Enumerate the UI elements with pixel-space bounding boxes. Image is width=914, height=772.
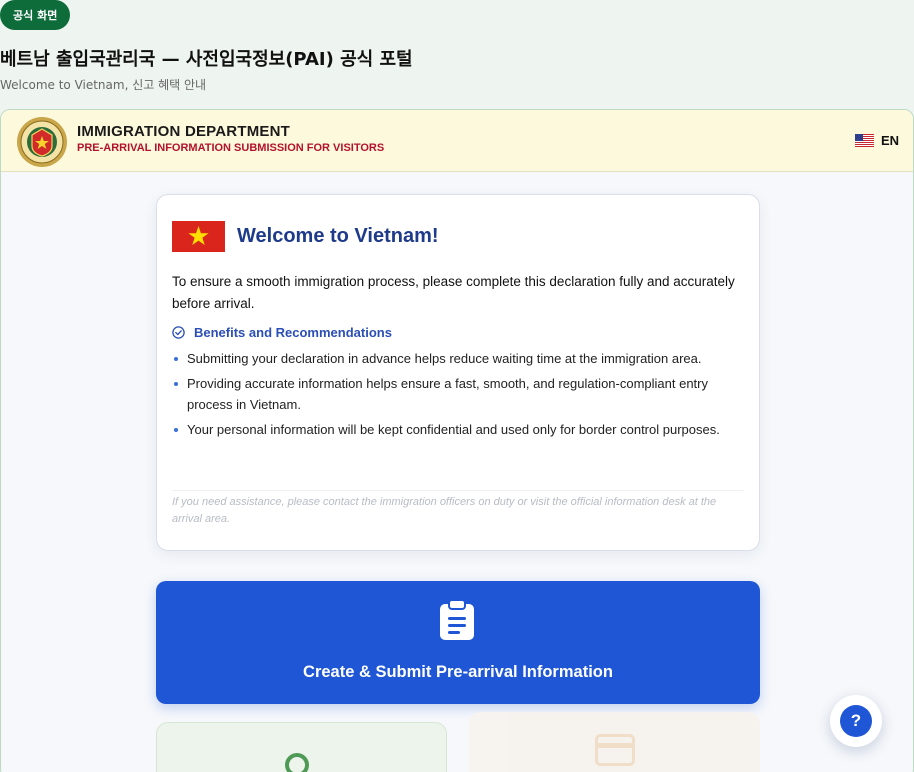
portal-header: IMMIGRATION DEPARTMENT PRE-ARRIVAL INFOR…: [1, 110, 913, 172]
list-item: Providing accurate information helps ens…: [172, 373, 742, 415]
create-submit-button[interactable]: Create & Submit Pre-arrival Information: [156, 581, 760, 704]
page-subtitle: Welcome to Vietnam, 신고 혜택 안내: [0, 78, 207, 92]
create-submit-label: Create & Submit Pre-arrival Information: [303, 663, 613, 681]
immigration-emblem-icon: [17, 117, 67, 167]
benefits-list: Submitting your declaration in advance h…: [172, 348, 742, 444]
list-item: Your personal information will be kept c…: [172, 419, 742, 440]
list-item: Submitting your declaration in advance h…: [172, 348, 742, 369]
language-label: EN: [880, 133, 899, 148]
check-circle-icon: [172, 326, 185, 339]
vietnam-flag-icon: [172, 221, 225, 252]
welcome-card: Welcome to Vietnam! To ensure a smooth i…: [156, 194, 760, 551]
official-screen-badge: 공식 화면: [0, 0, 71, 30]
credit-card-icon: [595, 734, 635, 766]
welcome-intro: To ensure a smooth immigration process, …: [172, 274, 735, 311]
portal-frame: IMMIGRATION DEPARTMENT PRE-ARRIVAL INFOR…: [0, 109, 914, 772]
help-button[interactable]: ?: [830, 695, 882, 747]
language-selector[interactable]: EN: [854, 133, 899, 148]
question-icon: ?: [840, 705, 872, 737]
divider: [172, 490, 744, 491]
clipboard-icon: [440, 599, 474, 640]
assistance-note: If you need assistance, please contact t…: [172, 496, 717, 525]
department-title: IMMIGRATION DEPARTMENT: [77, 123, 290, 140]
us-flag-icon: [854, 134, 874, 147]
welcome-title: Welcome to Vietnam!: [237, 225, 439, 247]
payment-tile[interactable]: [469, 712, 760, 772]
benefits-title: Benefits and Recommendations: [194, 325, 392, 340]
department-subtitle: PRE-ARRIVAL INFORMATION SUBMISSION FOR V…: [77, 142, 385, 154]
page-title: 베트남 출입국관리국 — 사전입국정보(PAI) 공식 포털: [0, 49, 413, 70]
search-tile[interactable]: [156, 722, 447, 772]
benefits-header: Benefits and Recommendations: [172, 325, 392, 340]
search-icon: [285, 753, 309, 772]
